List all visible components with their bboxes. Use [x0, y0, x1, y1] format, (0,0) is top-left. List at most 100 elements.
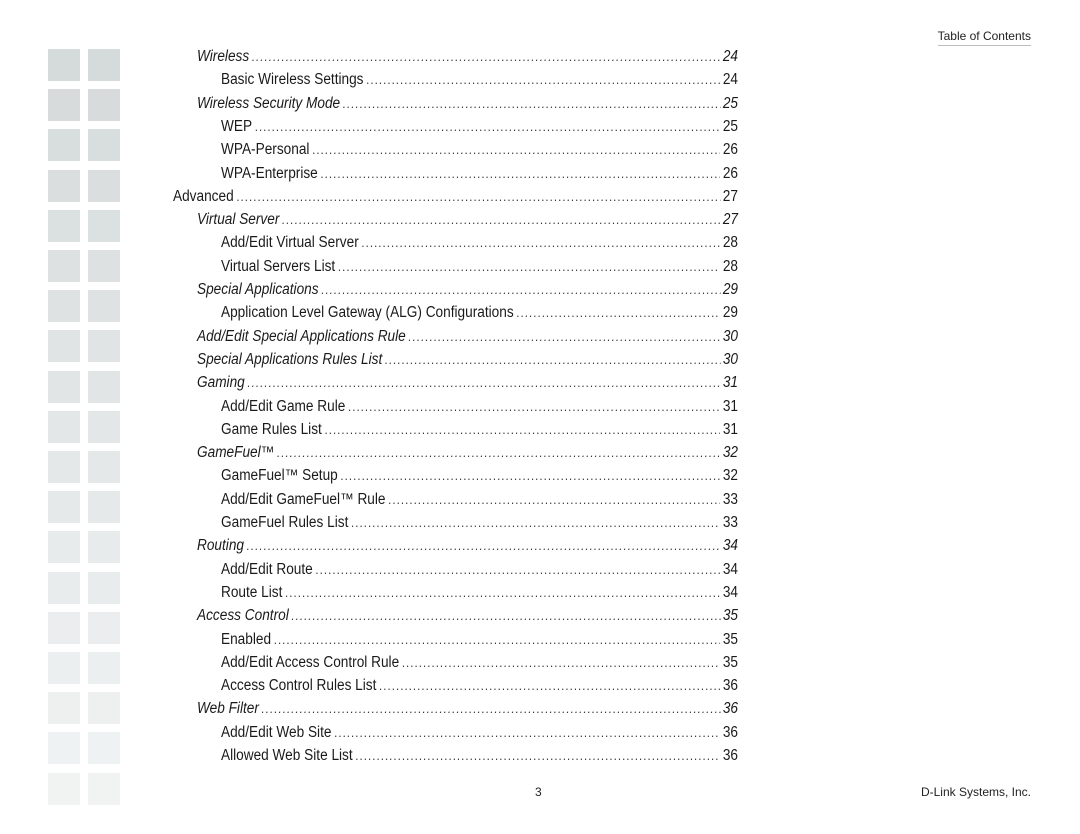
toc-entry[interactable]: Add/Edit Web Site 36	[221, 721, 738, 744]
dot-leader	[324, 418, 720, 441]
toc-entry-label: GameFuel™ Setup	[221, 467, 338, 485]
dot-leader	[255, 115, 720, 138]
toc-entry-page: 24	[722, 71, 738, 89]
toc-entry-label: Wireless Security Mode	[197, 94, 341, 112]
toc-entry-label: Game Rules List	[221, 420, 322, 438]
grid-square	[48, 732, 80, 765]
toc-entry-page: 35	[722, 607, 738, 625]
toc-entry-label: Basic Wireless Settings	[221, 71, 364, 89]
toc-entry-page: 26	[722, 164, 738, 182]
toc-entry[interactable]: Access Control 35	[197, 604, 738, 627]
toc-entry-page: 36	[722, 700, 738, 718]
grid-square	[48, 290, 80, 323]
toc-entry-label: Routing	[197, 537, 245, 555]
toc-entry[interactable]: WEP 25	[221, 115, 738, 138]
grid-square	[88, 611, 120, 644]
toc-entry-page: 36	[722, 723, 738, 741]
dot-leader	[277, 441, 720, 464]
dot-leader	[388, 488, 720, 511]
grid-square	[48, 692, 80, 725]
grid-square	[88, 531, 120, 564]
grid-square	[48, 611, 80, 644]
dot-leader	[351, 511, 720, 534]
grid-square	[48, 491, 80, 524]
dot-leader	[247, 371, 720, 394]
grid-square	[48, 772, 80, 805]
dot-leader	[252, 45, 720, 68]
toc-entry-page: 31	[722, 374, 738, 392]
toc-entry[interactable]: Add/Edit Virtual Server 28	[221, 231, 738, 254]
dot-leader	[408, 325, 720, 348]
toc-entry[interactable]: WPA-Enterprise 26	[221, 162, 738, 185]
grid-square	[48, 370, 80, 403]
toc-entry[interactable]: Wireless Security Mode 25	[197, 92, 738, 115]
grid-square	[48, 169, 80, 202]
toc-entry[interactable]: Add/Edit Access Control Rule 35	[221, 651, 738, 674]
toc-entry-page: 33	[722, 514, 738, 531]
toc-entry[interactable]: Web Filter 36	[197, 697, 738, 720]
toc-entry[interactable]: Add/Edit Route 34	[221, 558, 738, 581]
toc-entry-label: WPA-Enterprise	[221, 164, 318, 182]
grid-square	[48, 49, 80, 81]
toc-entry-label: GameFuel Rules List	[221, 514, 349, 531]
toc-entry[interactable]: Add/Edit Special Applications Rule 30	[197, 325, 738, 348]
grid-square	[88, 290, 120, 323]
dot-leader	[285, 581, 720, 604]
toc-entry[interactable]: GameFuel Rules List 33	[221, 511, 738, 534]
toc-entry[interactable]: GameFuel™ 32	[197, 441, 738, 464]
dot-leader	[247, 534, 721, 557]
toc-entry[interactable]: Game Rules List 31	[221, 418, 738, 441]
toc-entry-page: 24	[722, 48, 738, 65]
grid-square	[48, 531, 80, 564]
dot-leader	[348, 395, 720, 418]
toc-entry[interactable]: WPA-Personal 26	[221, 138, 738, 161]
grid-square	[88, 209, 120, 242]
toc-entry[interactable]: Enabled 35	[221, 628, 738, 651]
toc-entry-page: 32	[722, 467, 738, 485]
toc-entry[interactable]: Virtual Server 27	[197, 208, 738, 231]
toc-entry-label: Virtual Servers List	[221, 257, 336, 275]
toc-entry[interactable]: Add/Edit Game Rule 31	[221, 395, 738, 418]
dot-leader	[315, 558, 720, 581]
grid-square	[88, 772, 120, 805]
dot-leader	[321, 278, 720, 301]
toc-entry[interactable]: Basic Wireless Settings 24	[221, 68, 738, 91]
toc-entry[interactable]: Special Applications Rules List 30	[197, 348, 738, 371]
dot-leader	[334, 721, 720, 744]
grid-square	[88, 652, 120, 684]
toc-entry[interactable]: Advanced 27	[173, 185, 738, 208]
toc-entry[interactable]: Access Control Rules List 36	[221, 674, 738, 697]
grid-square	[48, 410, 80, 443]
toc-entry-page: 35	[722, 653, 738, 671]
toc-entry[interactable]: Application Level Gateway (ALG) Configur…	[221, 301, 738, 324]
toc-entry-page: 33	[722, 490, 738, 508]
grid-square	[88, 491, 120, 524]
dot-leader	[320, 162, 720, 185]
toc-entry-label: Enabled	[221, 630, 272, 648]
grid-square	[88, 169, 120, 202]
toc-entry-label: Special Applications Rules List	[197, 350, 383, 368]
toc-entry[interactable]: Gaming 31	[197, 371, 738, 394]
toc-entry[interactable]: Routing 34	[197, 534, 738, 557]
toc-entry-label: Allowed Web Site List	[221, 747, 353, 764]
toc-entry[interactable]: Allowed Web Site List 36	[221, 744, 738, 767]
toc-entry-page: 31	[722, 420, 738, 438]
toc-entry[interactable]: Virtual Servers List 28	[221, 255, 738, 278]
toc-entry[interactable]: Route List 34	[221, 581, 738, 604]
toc-entry-label: Add/Edit GameFuel™ Rule	[221, 490, 386, 508]
toc-entry-label: Gaming	[197, 374, 245, 392]
toc-entry-page: 30	[722, 350, 738, 368]
toc-entry[interactable]: GameFuel™ Setup 32	[221, 464, 738, 487]
grid-square	[48, 571, 80, 604]
toc-entry-page: 35	[722, 630, 738, 648]
grid-square	[48, 652, 80, 684]
grid-square	[88, 330, 120, 363]
toc-entry[interactable]: Special Applications 29	[197, 278, 738, 301]
toc-entry-label: Add/Edit Route	[221, 560, 313, 578]
grid-square	[88, 89, 120, 122]
toc-entry-page: 26	[722, 141, 738, 159]
toc-entry[interactable]: Add/Edit GameFuel™ Rule 33	[221, 488, 738, 511]
toc-entry[interactable]: Wireless 24	[197, 45, 738, 68]
grid-square	[48, 89, 80, 122]
toc-entry-label: Access Control Rules List	[221, 677, 377, 695]
